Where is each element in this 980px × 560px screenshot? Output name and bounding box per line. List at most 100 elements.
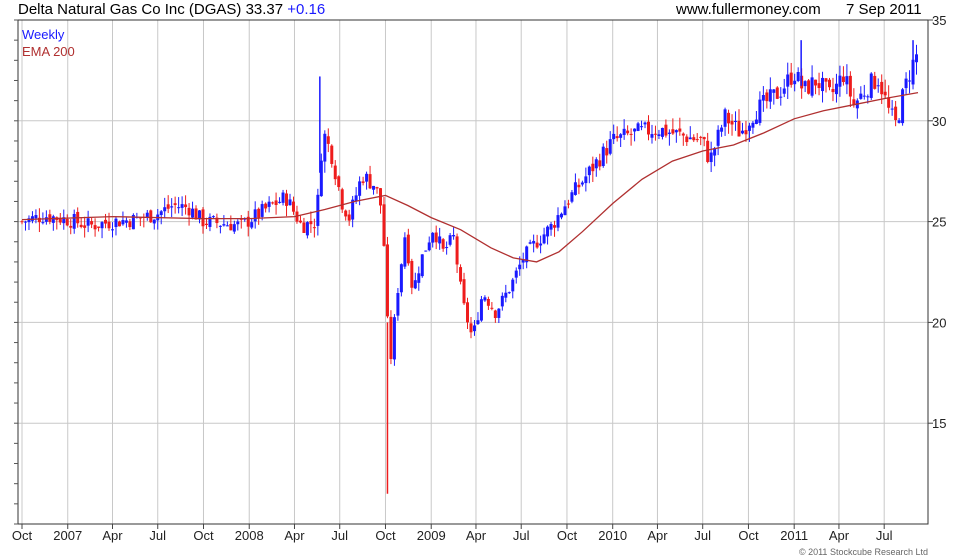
candle-body (695, 139, 699, 141)
candle-body (897, 120, 901, 123)
candle-body (643, 122, 647, 125)
candle-body (751, 122, 755, 128)
candle-body (866, 96, 870, 98)
candle-body (406, 234, 410, 264)
candle-body (305, 222, 309, 236)
candle-body (647, 121, 651, 135)
candle-body (493, 310, 497, 318)
candle-body (720, 127, 724, 132)
candle-body (452, 235, 456, 237)
candle-body (890, 108, 894, 110)
candle-body (298, 220, 302, 223)
candle-body (23, 221, 27, 223)
x-tick-label: Oct (738, 528, 759, 543)
candle-body (549, 223, 553, 230)
candle-body (469, 323, 473, 333)
candle-body (737, 120, 741, 137)
candle-body (827, 79, 831, 88)
y-tick-label: 30 (932, 114, 946, 129)
candle-body (385, 244, 389, 317)
candle-body (747, 125, 751, 131)
candle-body (660, 127, 664, 137)
candle-body (462, 279, 466, 304)
candle-body (358, 181, 362, 196)
candle-body (86, 218, 90, 226)
candle-body (441, 239, 445, 249)
candle-body (821, 77, 825, 92)
x-axis: Oct 2007 Apr Jul Oct 2008 Apr Jul Oct 2009 Apr Jul O… (12, 524, 893, 543)
candle-body (459, 267, 463, 282)
candle-body (149, 210, 153, 223)
candle-body (166, 204, 170, 209)
candle-body (229, 223, 233, 231)
candle-body (479, 299, 483, 321)
candle-body (392, 317, 396, 360)
candle-body (344, 210, 348, 217)
candle-body (365, 173, 369, 182)
candle-body (587, 166, 591, 176)
candle-body (312, 227, 316, 229)
candle-body (267, 201, 271, 207)
candle-body (810, 77, 814, 96)
candle-body (410, 260, 414, 288)
candle-body (114, 218, 118, 228)
candle-body (107, 221, 111, 229)
candle-body (472, 325, 476, 332)
candle-body (650, 134, 654, 138)
candle-body (615, 136, 619, 139)
candle-body (640, 126, 644, 128)
candle-body (145, 212, 149, 218)
ema-200-line (21, 91, 919, 263)
candle-body (834, 83, 838, 95)
candle-body (372, 185, 376, 190)
candle-body (180, 204, 184, 208)
candle-body (253, 209, 257, 222)
candle-body (653, 133, 657, 135)
candles-group (20, 40, 919, 494)
candle-body (117, 221, 121, 227)
x-tick-label: Oct (557, 528, 578, 543)
candle-body (204, 223, 208, 226)
candle-body (445, 247, 449, 249)
candle-body (476, 320, 480, 325)
candle-body (424, 250, 428, 252)
y-tick-label: 35 (932, 13, 946, 28)
candle-body (124, 220, 128, 223)
candle-body (34, 215, 38, 219)
x-tick-label: Oct (193, 528, 214, 543)
candle-body (674, 130, 678, 133)
x-tick-label: Apr (829, 528, 850, 543)
x-tick-label: Apr (102, 528, 123, 543)
candle-body (330, 145, 334, 164)
candle-body (848, 75, 852, 97)
candle-body (417, 273, 421, 283)
candle-body (518, 264, 522, 270)
candle-body (577, 184, 581, 188)
candle-body (591, 163, 595, 172)
candle-body (396, 292, 400, 316)
candle-body (420, 254, 424, 277)
candle-body (671, 129, 675, 134)
candle-body (260, 204, 264, 217)
candle-body (368, 174, 372, 189)
candle-body (90, 221, 94, 225)
candle-body (859, 93, 863, 99)
candle-body (608, 139, 612, 154)
candle-body (201, 209, 205, 227)
candle-body (257, 208, 261, 218)
candle-body (563, 206, 567, 216)
candle-body (619, 134, 623, 138)
candle-body (754, 119, 758, 124)
candle-body (692, 137, 696, 141)
candle-body (323, 133, 327, 162)
y-tick-label: 15 (932, 416, 946, 431)
candle-body (532, 240, 536, 244)
candle-body (177, 207, 181, 209)
candle-body (667, 132, 671, 134)
candle-body (264, 203, 268, 209)
candle-body (302, 222, 306, 233)
x-tick-label: Oct (12, 528, 33, 543)
candle-body (511, 279, 515, 292)
candle-body (504, 292, 508, 298)
candle-body (626, 130, 630, 134)
